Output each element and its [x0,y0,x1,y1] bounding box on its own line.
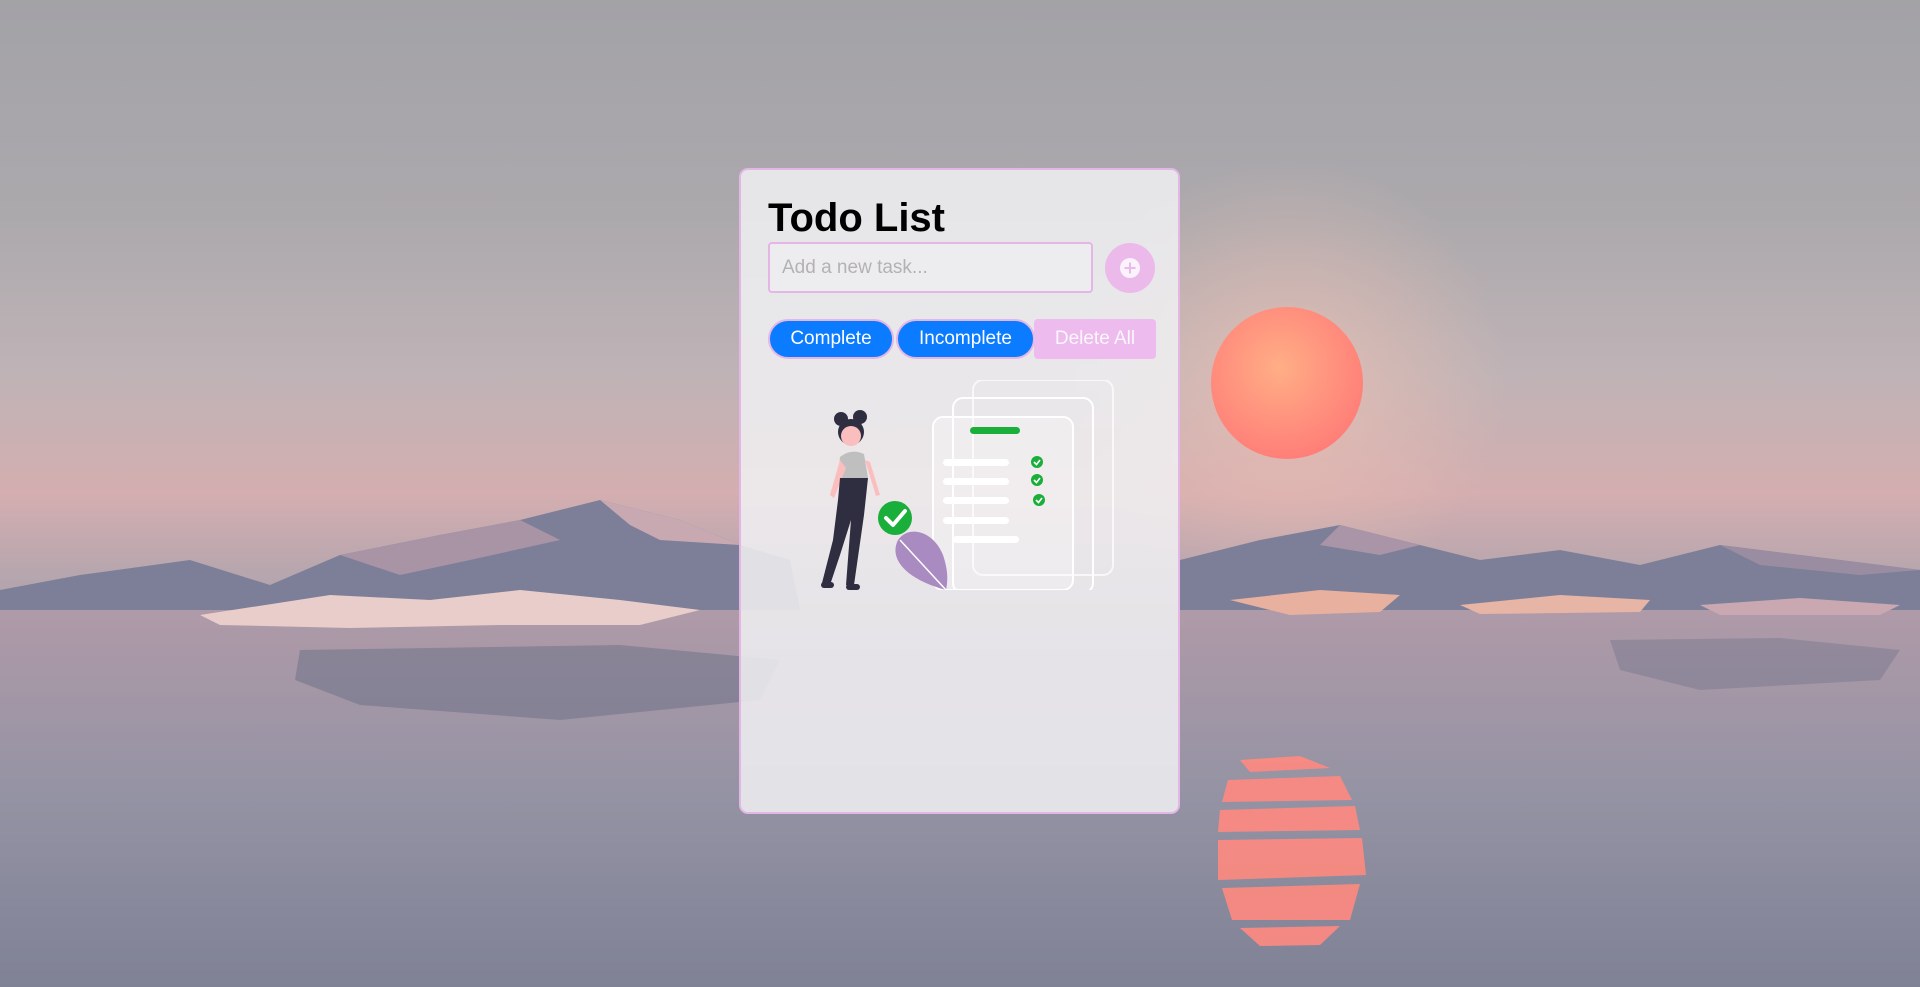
page-title: Todo List [768,196,945,240]
complete-filter-button[interactable]: Complete [768,319,894,359]
sun-reflection [1218,756,1366,946]
todo-card: Todo List Complete Incomplete Delete All [739,168,1180,814]
checklist-documents [932,380,1114,590]
incomplete-filter-button[interactable]: Incomplete [896,319,1035,359]
add-task-button[interactable] [1105,243,1155,293]
delete-all-button[interactable]: Delete All [1034,319,1156,359]
sun [1211,307,1363,459]
check-badge-icon [878,501,912,535]
task-input[interactable] [768,242,1093,293]
empty-state-illustration [821,380,1114,590]
plus-circle-icon [1120,258,1140,278]
woman-figure [821,410,880,590]
